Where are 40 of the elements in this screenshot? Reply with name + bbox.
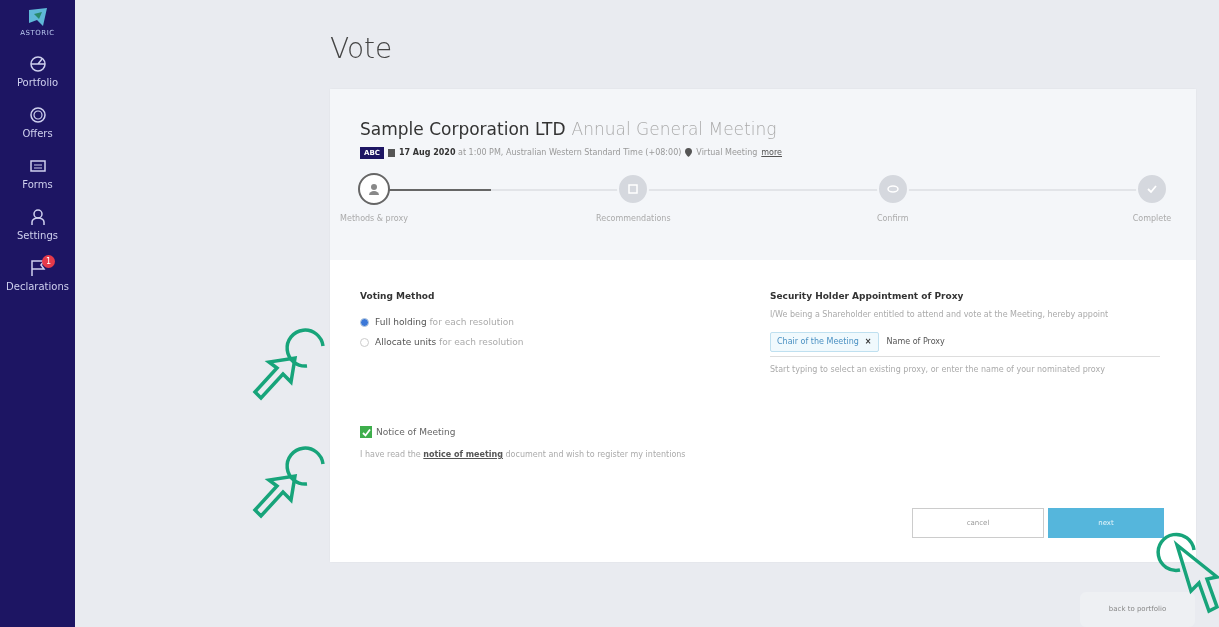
proxy-name-field[interactable]: Name of Proxy [884,335,1160,350]
calendar-icon [387,148,395,157]
checkbox-label: Notice of Meeting [376,425,456,439]
sidebar-item[interactable]: Portfolio [0,54,75,90]
section-title: Security Holder Appointment of Proxy [770,290,965,303]
proxy-description: I/We being a Shareholder entitled to attend and vote at the Meeting, hereby appoint [770,308,1110,321]
meeting-location: Virtual Meeting [696,146,758,159]
radio-label: Allocate units for each resolution [375,336,524,349]
tag-label: Chair of the Meeting [777,336,859,349]
remove-tag-button[interactable]: × [864,338,872,347]
meeting-type: Annual General Meeting [571,119,777,139]
pie-chart-icon [28,54,47,73]
flag-icon [28,258,47,277]
step-label: Complete [1132,213,1172,225]
step-circle[interactable] [358,173,390,205]
radio-label: Full holding for each resolution [375,315,514,329]
checkbox[interactable] [360,426,372,439]
person-icon [367,182,381,196]
meeting-datetime: 17 Aug 2020 at 1:00 PM, Australian Western Standard Time (+08:00) [398,146,682,159]
notification-badge: 1 [42,254,55,268]
step-label: Confirm [876,213,909,225]
more-link[interactable]: more [761,146,782,159]
check-icon [361,427,371,437]
notice-link[interactable]: notice of meeting [423,450,503,459]
page-title: Vote [330,32,394,67]
section-title: Voting Method [360,290,436,303]
sidebar-item[interactable]: Offers [0,105,75,141]
sidebar-item[interactable]: Settings [0,207,75,243]
help-text: Start typing to select an existing proxy, or enter the name of your nominated proxy [770,364,1106,377]
sidebar-item[interactable]: Forms [0,156,75,192]
square-icon [626,182,641,196]
step-label: Recommendations [596,213,671,225]
eye-icon [885,182,900,196]
radio-button[interactable] [360,338,369,348]
radio-button[interactable] [360,317,369,327]
location-icon [685,148,693,158]
coin-icon [28,105,47,124]
company-name: Sample Corporation LTD [360,119,566,139]
step-label: Methods & proxy [340,213,408,225]
person-icon [28,207,47,226]
